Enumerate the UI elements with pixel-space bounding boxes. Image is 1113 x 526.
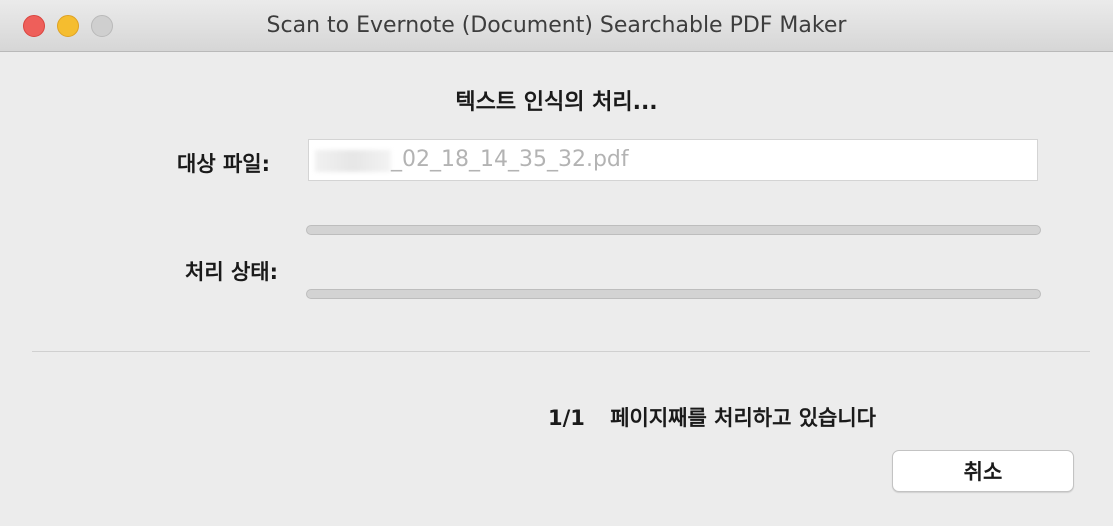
redacted-filename-prefix [315,150,391,172]
target-file-label: 대상 파일: [177,152,270,176]
title-bar: Scan to Evernote (Document) Searchable P… [0,0,1113,52]
file-progress-bar [306,225,1041,235]
page-status-text: 페이지째를 처리하고 있습니다 [610,406,876,430]
window-title: Scan to Evernote (Document) Searchable P… [266,13,847,38]
processing-status-label: 처리 상태: [185,260,278,284]
status-heading: 텍스트 인식의 처리... [455,90,658,115]
cancel-button[interactable]: 취소 [892,450,1074,492]
target-file-field: _02_18_14_35_32.pdf [308,139,1038,181]
processing-progress-bar [306,289,1041,299]
target-file-name: _02_18_14_35_32.pdf [391,147,629,172]
page-status: 1/1 페이지째를 처리하고 있습니다 [548,402,876,432]
dialog-window: Scan to Evernote (Document) Searchable P… [0,0,1113,526]
divider [32,351,1090,352]
page-count: 1/1 [548,406,585,430]
